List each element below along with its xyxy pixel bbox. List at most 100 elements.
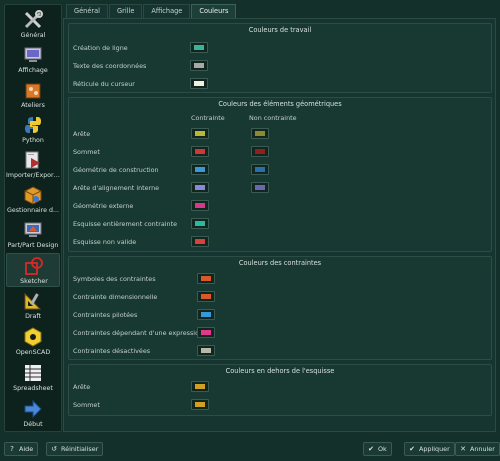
row-label: Géométrie de construction <box>73 166 159 174</box>
reset-icon: ↺ <box>51 445 57 453</box>
group-title: Couleurs des éléments géométriques <box>218 100 342 108</box>
swatch-fill <box>195 402 205 407</box>
sidebar-item-label: Python <box>22 137 44 144</box>
row-label: Arête d'alignement interne <box>73 184 160 192</box>
row-label: Symboles des contraintes <box>73 275 156 283</box>
internal-alignment-edge-color-button[interactable] <box>191 182 209 193</box>
sidebar-item-addon-manager[interactable]: Gestionnaire d... <box>6 183 60 217</box>
row-label: Contraintes dépendant d'une expression <box>73 329 204 337</box>
sidebar-item-python[interactable]: Python <box>6 113 60 147</box>
deactivated-constraints-color-button[interactable] <box>197 345 215 356</box>
row-label: Contrainte dimensionnelle <box>73 293 158 301</box>
sidebar-item-label: Part/Part Design <box>7 242 59 249</box>
python-icon <box>25 117 41 133</box>
swatch-fill <box>195 185 205 190</box>
edge-constrained-color-button[interactable] <box>191 128 209 139</box>
cursor-crosshair-color-button[interactable] <box>190 78 208 89</box>
group-title: Couleurs de travail <box>248 26 312 34</box>
sketcher-icon <box>25 257 43 275</box>
work-colors-group: Couleurs de travail Création de ligne Te… <box>68 23 492 93</box>
expression-constraints-color-button[interactable] <box>197 327 215 338</box>
construction-geometry-unconstrained-color-button[interactable] <box>251 164 269 175</box>
fully-constrained-sketch-color-button[interactable] <box>191 218 209 229</box>
row-label: Contraintes pilotées <box>73 311 138 319</box>
apply-button[interactable]: ✔ Appliquer <box>404 442 455 456</box>
swatch-fill <box>255 149 265 154</box>
help-button[interactable]: ? Aide <box>4 442 39 456</box>
swatch-fill <box>194 63 204 68</box>
help-label: Aide <box>19 445 34 453</box>
sidebar-item-workbenches[interactable]: Ateliers <box>6 78 60 112</box>
row-label: Esquisse non valide <box>73 238 137 246</box>
cancel-button[interactable]: ✕ Annuler <box>455 442 500 456</box>
construction-geometry-color-button[interactable] <box>191 164 209 175</box>
workbench-icon <box>25 83 41 99</box>
swatch-fill <box>201 312 211 317</box>
swatch-fill <box>201 276 211 281</box>
sidebar-item-label: Spreadsheet <box>13 385 53 392</box>
swatch-fill <box>195 131 205 136</box>
sidebar-item-label: OpenSCAD <box>15 349 51 356</box>
internal-alignment-edge-unconstrained-color-button[interactable] <box>251 182 269 193</box>
outside-vertex-color-button[interactable] <box>191 399 209 410</box>
constraint-colors-group: Couleurs des contraintes Symboles des co… <box>68 256 492 360</box>
swatch-fill <box>194 45 204 50</box>
sidebar-item-import-export[interactable]: Importer/Exporter <box>6 148 60 182</box>
sidebar-item-label: Sketcher <box>20 278 48 285</box>
swatch-fill <box>195 149 205 154</box>
cancel-label: Annuler <box>470 445 495 453</box>
geometry-colors-group: Couleurs des éléments géométriques Contr… <box>68 97 492 252</box>
edge-unconstrained-color-button[interactable] <box>251 128 269 139</box>
dimensional-constraint-color-button[interactable] <box>197 291 215 302</box>
sidebar-item-display[interactable]: Affichage <box>6 43 60 77</box>
swatch-fill <box>255 167 265 172</box>
sidebar-item-sketcher[interactable]: Sketcher <box>6 253 60 287</box>
row-label: Création de ligne <box>73 44 128 52</box>
swatch-fill <box>255 131 265 136</box>
swatch-fill <box>195 221 205 226</box>
tab-display[interactable]: Affichage <box>143 4 191 18</box>
sidebar-item-draft[interactable]: Draft <box>6 289 60 323</box>
vertex-constrained-color-button[interactable] <box>191 146 209 157</box>
swatch-fill <box>201 294 211 299</box>
sidebar-item-label: Début <box>23 421 43 428</box>
sidebar-item-start[interactable]: Début <box>6 397 60 431</box>
sidebar-item-label: Gestionnaire d... <box>6 207 60 214</box>
sidebar-item-label: Affichage <box>18 67 48 74</box>
close-icon: ✕ <box>460 445 466 453</box>
coordinate-text-color-button[interactable] <box>190 60 208 71</box>
sidebar-item-label: Importer/Exporter <box>6 172 60 179</box>
external-geometry-color-button[interactable] <box>191 200 209 211</box>
sidebar-item-label: Ateliers <box>21 102 45 109</box>
sidebar-item-spreadsheet[interactable]: Spreadsheet <box>6 361 60 395</box>
line-creation-color-button[interactable] <box>190 42 208 53</box>
import-export-icon <box>25 151 40 169</box>
tab-general[interactable]: Général <box>66 4 108 18</box>
tools-icon <box>24 10 43 29</box>
invalid-sketch-color-button[interactable] <box>191 236 209 247</box>
tab-grid[interactable]: Grille <box>109 4 143 18</box>
outside-edge-color-button[interactable] <box>191 381 209 392</box>
start-arrow-icon <box>24 399 42 419</box>
colors-panel: Couleurs de travail Création de ligne Te… <box>63 18 496 432</box>
sidebar-item-label: Général <box>20 32 46 39</box>
outside-sketch-colors-group: Couleurs en dehors de l'esquisse Arête S… <box>68 364 492 416</box>
sidebar-item-openscad[interactable]: OpenSCAD <box>6 325 60 359</box>
ok-button[interactable]: ✔ Ok <box>363 442 392 456</box>
constraint-symbols-color-button[interactable] <box>197 273 215 284</box>
ok-label: Ok <box>378 445 387 453</box>
reset-button[interactable]: ↺ Réinitialiser <box>46 442 104 456</box>
driven-constraints-color-button[interactable] <box>197 309 215 320</box>
sidebar-item-part-design[interactable]: Part/Part Design <box>6 218 60 252</box>
swatch-fill <box>195 384 205 389</box>
openscad-icon <box>24 327 42 347</box>
tab-colors[interactable]: Couleurs <box>191 4 237 18</box>
help-icon: ? <box>10 445 14 453</box>
row-label: Texte des coordonnées <box>73 62 147 70</box>
sidebar-item-label: Draft <box>25 313 41 320</box>
vertex-unconstrained-color-button[interactable] <box>251 146 269 157</box>
tab-bar: Général Grille Affichage Couleurs <box>66 4 237 18</box>
sidebar-item-general[interactable]: Général <box>6 8 60 42</box>
swatch-fill <box>201 348 211 353</box>
swatch-fill <box>195 239 205 244</box>
